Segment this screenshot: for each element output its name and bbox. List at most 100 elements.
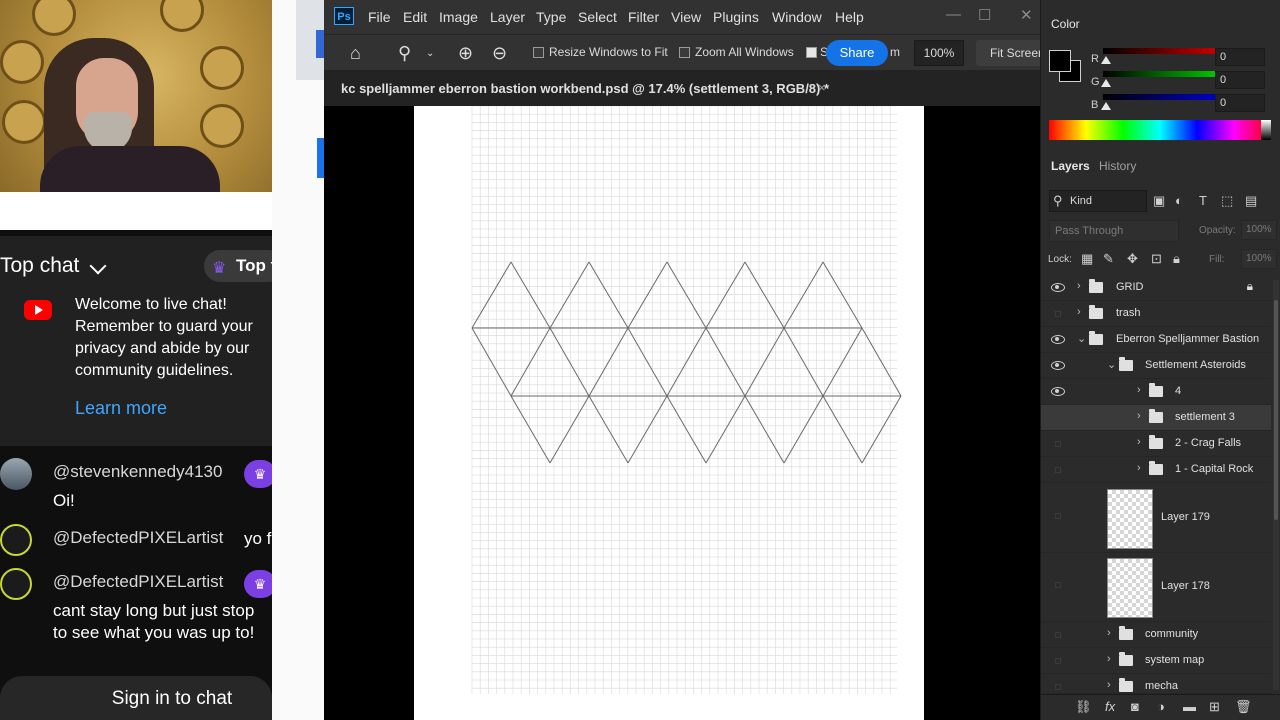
blend-mode-select[interactable]: Pass Through [1049,220,1179,242]
share-button[interactable]: Share [826,40,888,66]
visibility-off-box[interactable] [1055,467,1061,473]
minimize-icon[interactable]: — [946,6,961,23]
color-panel-tab[interactable]: Color [1051,17,1080,31]
collapse-arrow-icon[interactable]: ⌄ [1077,332,1086,345]
layer-row-settlement-asteroids[interactable]: ⌄ Settlement Asteroids [1041,353,1271,379]
chat-author[interactable]: @DefectedPIXELartist [53,528,223,548]
scrubby-zoom-checkbox[interactable] [806,47,817,58]
resize-windows-checkbox[interactable] [533,47,544,58]
layer-row-capital-rock[interactable]: › 1 - Capital Rock [1041,457,1271,483]
menu-file[interactable]: File [368,9,391,25]
pixel-filter-icon[interactable]: ▣ [1153,193,1165,209]
layer-row-mecha[interactable]: › mecha [1041,674,1271,694]
fill-field[interactable]: 100% [1241,249,1277,269]
fx-icon[interactable]: fx [1105,699,1115,714]
lock-image-icon[interactable]: ✎ [1103,251,1114,267]
expand-arrow-icon[interactable]: › [1107,627,1111,639]
visibility-off-box[interactable] [1055,311,1061,317]
zoom-in-icon[interactable]: ⊕ [458,43,473,64]
visibility-off-box[interactable] [1055,582,1061,588]
visibility-eye-icon[interactable] [1051,360,1065,370]
visibility-eye-icon[interactable] [1051,282,1065,292]
layer-row-bastion[interactable]: ⌄ Eberron Spelljammer Bastion [1041,327,1271,353]
menu-help[interactable]: Help [835,9,864,25]
visibility-off-box[interactable] [1055,684,1061,690]
type-filter-icon[interactable]: T [1199,193,1207,208]
expand-arrow-icon[interactable]: › [1137,462,1141,474]
new-group-icon[interactable]: ▬ [1183,699,1196,714]
zoom-out-icon[interactable]: ⊖ [492,43,507,64]
blue-slider-knob[interactable] [1101,102,1111,110]
delete-layer-icon[interactable]: 🗑︎ [1235,699,1252,715]
close-icon[interactable]: × [818,80,826,95]
history-panel-tab[interactable]: History [1099,159,1136,173]
layer-row-grid[interactable]: › GRID 🔒︎ [1041,275,1271,301]
shape-filter-icon[interactable]: ⬚ [1221,193,1233,209]
sign-in-to-chat-button[interactable]: Sign in to chat [0,676,272,720]
chat-author[interactable]: @stevenkennedy4130 [53,462,222,482]
chevron-down-icon[interactable]: ⌄ [426,48,434,59]
maximize-icon[interactable]: ☐ [978,6,991,24]
visibility-off-box[interactable] [1055,441,1061,447]
menu-plugins[interactable]: Plugins [713,9,759,25]
link-layers-icon[interactable]: ⛓ [1075,699,1092,715]
layer-row-settlement-3[interactable]: › settlement 3 [1041,405,1271,431]
lock-artboard-icon[interactable]: ⊡ [1151,251,1162,267]
layer-row-community[interactable]: › community [1041,622,1271,648]
layer-row-trash[interactable]: › trash [1041,301,1271,327]
layers-panel-tab[interactable]: Layers [1051,159,1090,173]
green-value-field[interactable]: 0 [1215,71,1265,89]
green-slider-knob[interactable] [1101,79,1111,87]
red-value-field[interactable]: 0 [1215,48,1265,66]
blue-value-field[interactable]: 0 [1215,94,1265,112]
foreground-color-swatch[interactable] [1049,50,1071,72]
learn-more-link[interactable]: Learn more [75,398,167,419]
visibility-off-box[interactable] [1055,513,1061,519]
expand-arrow-icon[interactable]: › [1137,410,1141,422]
visibility-off-box[interactable] [1055,415,1061,421]
adjustment-filter-icon[interactable]: ◐ [1175,193,1183,208]
red-slider-knob[interactable] [1101,56,1111,64]
layer-kind-filter[interactable]: Kind [1049,190,1147,212]
zoom-all-windows-checkbox[interactable] [679,47,690,58]
visibility-eye-icon[interactable] [1051,334,1065,344]
lock-all-icon[interactable]: 🔒︎ [1173,251,1180,267]
layer-row-4[interactable]: › 4 [1041,379,1271,405]
layer-row-179[interactable]: Layer 179 [1041,485,1271,553]
visibility-off-box[interactable] [1055,658,1061,664]
document-tab[interactable]: kc spelljammer eberron bastion workbend.… [324,70,1040,106]
zoom-value-field[interactable]: 100% [914,40,964,66]
avatar[interactable] [0,524,32,556]
avatar[interactable] [0,458,32,490]
expand-arrow-icon[interactable]: › [1107,653,1111,665]
menu-edit[interactable]: Edit [403,9,427,25]
menu-layer[interactable]: Layer [490,9,525,25]
chat-mode-title[interactable]: Top chat [0,254,79,278]
menu-type[interactable]: Type [536,9,566,25]
layers-scrollbar[interactable] [1273,280,1279,690]
avatar[interactable] [0,568,32,600]
layer-row-crag-falls[interactable]: › 2 - Crag Falls [1041,431,1271,457]
zoom-tool-icon[interactable]: ⚲ [398,43,411,64]
expand-arrow-icon[interactable]: › [1107,679,1111,691]
collapse-arrow-icon[interactable]: ⌄ [1107,358,1116,371]
layer-row-system-map[interactable]: › system map [1041,648,1271,674]
browser-button[interactable] [317,138,324,178]
menu-view[interactable]: View [671,9,701,25]
expand-arrow-icon[interactable]: › [1077,280,1081,292]
add-mask-icon[interactable]: ◙ [1131,699,1139,714]
menu-filter[interactable]: Filter [628,9,659,25]
browser-menu-icon[interactable] [316,30,324,58]
expand-arrow-icon[interactable]: › [1137,384,1141,396]
layer-row-178[interactable]: Layer 178 [1041,554,1271,622]
home-icon[interactable]: ⌂ [350,43,361,64]
chevron-down-icon[interactable] [89,257,107,275]
visibility-eye-icon[interactable] [1051,386,1065,396]
expand-arrow-icon[interactable]: › [1137,436,1141,448]
lock-position-icon[interactable]: ✥ [1127,251,1138,267]
new-layer-icon[interactable]: ⊞ [1209,699,1220,715]
close-icon[interactable]: ✕ [1020,6,1033,24]
menu-select[interactable]: Select [578,9,617,25]
chat-author[interactable]: @DefectedPIXELartist [53,572,223,592]
menu-image[interactable]: Image [439,9,478,25]
